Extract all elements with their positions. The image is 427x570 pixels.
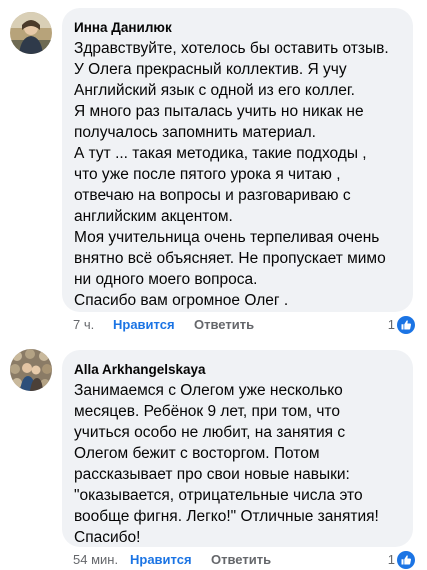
comment-line: ни одного моего вопроса. (74, 271, 258, 288)
comment-line: Спасибо! (74, 529, 141, 546)
comment: Инна Данилюк Здравствуйте, хотелось бы о… (0, 0, 427, 340)
comment-line: английским акцентом. (74, 208, 233, 225)
comment-text: Здравствуйте, хотелось бы оставить отзыв… (74, 38, 401, 311)
timestamp[interactable]: 7 ч. (73, 315, 94, 335)
reaction-summary[interactable]: 1 (355, 550, 415, 570)
avatar[interactable] (10, 12, 52, 54)
comment-bubble: Инна Данилюк Здравствуйте, хотелось бы о… (62, 8, 413, 312)
like-icon (397, 551, 415, 569)
comment-line: что уже после пятого урока я читаю , (74, 166, 341, 183)
comment-line: Спасибо вам огромное Олег . (74, 292, 289, 309)
avatar[interactable] (10, 349, 52, 391)
comment-line: Моя учительница очень терпеливая очень (74, 229, 380, 246)
comment-line: "оказывается, отрицательные числа это (74, 487, 363, 504)
comment-bubble: Alla Arkhangelskaya Занимаемся с Олегом … (62, 350, 413, 547)
comment-line: внятно всё объясняет. Не пропускает мимо (74, 250, 386, 267)
comment-line: У Олега прекрасный коллектив. Я учу (74, 61, 347, 78)
reaction-count: 1 (387, 552, 395, 567)
like-button[interactable]: Нравится (130, 550, 192, 570)
author-name[interactable]: Alla Arkhangelskaya (74, 361, 401, 378)
comment: Alla Arkhangelskaya Занимаемся с Олегом … (0, 340, 427, 570)
comment-line: месяцев. Ребёнок 9 лет, при том, что (74, 403, 340, 420)
reply-button[interactable]: Ответить (194, 315, 254, 335)
comment-line: А тут ... такая методика, такие подходы … (74, 145, 367, 162)
comment-text: Занимаемся с Олегом уже несколько месяце… (74, 380, 401, 548)
reply-button[interactable]: Ответить (211, 550, 271, 570)
comment-line: учиться особо не любит, на занятия с (74, 424, 346, 441)
like-icon (397, 316, 415, 334)
comment-line: Занимаемся с Олегом уже несколько (74, 382, 343, 399)
avatar-photo (10, 349, 52, 391)
reaction-summary[interactable]: 1 (355, 315, 415, 335)
comment-line: получалось запомнить материал. (74, 124, 316, 141)
comment-line: рассказывает про свои новые навыки: (74, 466, 350, 483)
comment-line: Здравствуйте, хотелось бы оставить отзыв… (74, 40, 389, 57)
like-button[interactable]: Нравится (113, 315, 175, 335)
author-name[interactable]: Инна Данилюк (74, 19, 401, 36)
comment-line: отвечаю на вопросы и разговариваю с (74, 187, 351, 204)
comment-line: Я много раз пыталась учить но никак не (74, 103, 364, 120)
comment-line: вообще фигня. Легко!" Отличные занятия! (74, 508, 379, 525)
timestamp[interactable]: 54 мин. (73, 550, 118, 570)
reaction-count: 1 (387, 317, 395, 332)
comment-line: Английский язык с одной из его коллег. (74, 82, 355, 99)
comment-line: Олегом бежит с восторгом. Потом (74, 445, 320, 462)
avatar-photo (10, 12, 52, 54)
